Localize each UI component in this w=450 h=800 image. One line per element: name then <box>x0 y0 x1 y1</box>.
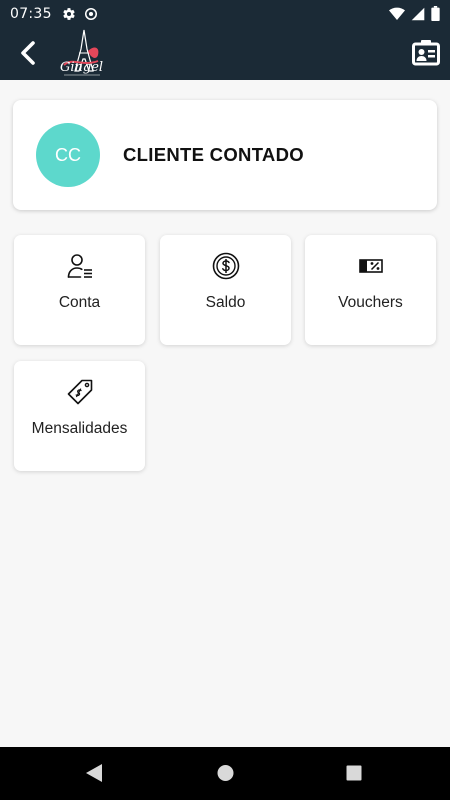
nav-home-button[interactable] <box>216 763 235 787</box>
user-list-icon <box>67 254 92 278</box>
percent-ticket-icon <box>358 259 383 273</box>
contact-card-icon <box>412 40 440 66</box>
signal-icon <box>411 7 425 20</box>
menu-tile-label: Vouchers <box>338 294 403 311</box>
menu-tile-vouchers[interactable]: Vouchers <box>305 235 436 345</box>
menu-tile-conta[interactable]: Conta <box>14 235 145 345</box>
nav-back-button[interactable] <box>85 763 103 787</box>
contact-card-button[interactable] <box>412 40 440 66</box>
avatar-initials: CC <box>55 144 81 165</box>
client-name: CLIENTE CONTADO <box>123 144 304 165</box>
home-circle-icon <box>217 765 234 781</box>
menu-tile-label: Conta <box>58 294 101 311</box>
nav-recents-button[interactable] <box>345 763 363 787</box>
chevron-left-icon <box>21 41 35 65</box>
brand-logo: Gingel <box>54 27 108 79</box>
back-triangle-icon <box>86 764 102 782</box>
menu-tile-mensalidades[interactable]: Mensalidades <box>14 361 145 471</box>
dollar-coin-icon <box>212 252 239 280</box>
eiffel-tower-logo-icon: Gingel <box>60 29 103 76</box>
wifi-icon <box>389 7 405 20</box>
status-time: 07:35 <box>10 5 52 22</box>
price-tag-icon <box>67 379 92 405</box>
status-bar: 07:35 <box>0 0 450 27</box>
avatar: CC <box>36 123 100 187</box>
profile-card: CC CLIENTE CONTADO <box>13 100 437 210</box>
sync-icon <box>84 7 97 20</box>
logo-text: Gingel <box>60 60 103 75</box>
recents-square-icon <box>346 765 362 781</box>
battery-icon <box>431 6 440 21</box>
status-right-icons <box>389 6 440 21</box>
menu-tile-label: Mensalidades <box>31 420 128 437</box>
system-nav-bar <box>0 747 450 800</box>
settings-icon <box>63 7 75 20</box>
menu-tile-saldo[interactable]: Saldo <box>160 235 291 345</box>
status-left-icons <box>62 7 98 21</box>
app-bar: Gingel <box>0 27 450 80</box>
back-button[interactable] <box>14 39 42 67</box>
menu-tile-label: Saldo <box>205 294 246 311</box>
